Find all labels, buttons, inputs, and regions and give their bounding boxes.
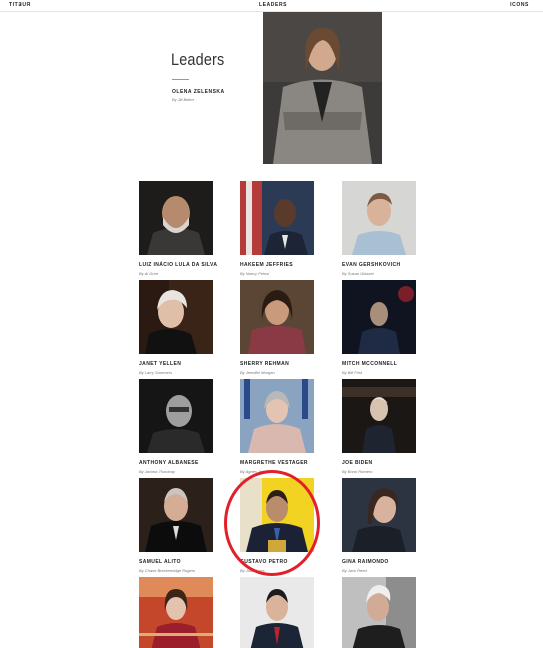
leader-photo[interactable]	[342, 379, 416, 453]
leader-byline: By Juan Navs	[240, 568, 265, 573]
leader-name[interactable]: SAMUEL ALITO	[139, 559, 213, 565]
leader-photo[interactable]	[240, 280, 314, 354]
leader-name[interactable]: JANET YELLEN	[139, 361, 213, 367]
leader-photo[interactable]	[342, 181, 416, 255]
leader-byline: By Larry Summers	[139, 370, 173, 375]
leader-byline: By Bono Romero	[342, 469, 373, 474]
top-nav-bar: TIT∃UЯ LEADERS ICONS	[0, 0, 543, 12]
leader-photo[interactable]	[240, 577, 314, 648]
leader-name[interactable]: LUIZ INÁCIO LULA DA SILVA	[139, 262, 217, 268]
leader-name[interactable]: ANTHONY ALBANESE	[139, 460, 213, 466]
leader-name[interactable]: MITCH MCCONNELL	[342, 361, 416, 367]
leader-byline: By Chase Breckenridge Rogers	[139, 568, 196, 573]
leader-card[interactable]: SHERRY REHMAN By Jennifer Morgan	[240, 280, 314, 375]
leader-card[interactable]: LUIZ INÁCIO LULA DA SILVA By Al Gore	[139, 181, 217, 276]
site-logo-link[interactable]: TIT∃UЯ	[9, 2, 31, 8]
leader-photo[interactable]	[139, 577, 213, 648]
leader-card[interactable]: HAKEEM JEFFRIES By Nancy Pelosi	[240, 181, 314, 276]
leader-byline: By Nancy Pelosi	[240, 271, 270, 276]
leader-card[interactable]: GUSTAVO PETRO By Juan Navs	[240, 478, 314, 573]
icons-section-link[interactable]: ICONS	[510, 2, 529, 8]
leader-photo[interactable]	[342, 478, 416, 552]
hero-portrait-photo[interactable]	[263, 12, 382, 164]
leader-card[interactable]: GINA RAIMONDO By Jack Reed	[342, 478, 416, 573]
leader-byline: By Agnès Joinet	[240, 469, 269, 474]
leader-card[interactable]: JOE BIDEN By Bono Romero	[342, 379, 416, 474]
page-title: Leaders	[171, 50, 225, 69]
leader-card[interactable]: SAMUEL ALITO By Chase Breckenridge Roger…	[139, 478, 213, 573]
leader-byline: By Al Gore	[139, 271, 159, 276]
leader-card[interactable]: ANTHONY ALBANESE By Jacinta Thackray	[139, 379, 213, 474]
title-divider	[172, 79, 189, 80]
leader-photo[interactable]	[342, 577, 416, 648]
leader-photo[interactable]	[240, 379, 314, 453]
leader-photo[interactable]	[139, 478, 213, 552]
leader-name[interactable]: EVAN GERSHKOVICH	[342, 262, 416, 268]
leader-byline: By Jack Reed	[342, 568, 367, 573]
leader-card[interactable]: JANET YELLEN By Larry Summers	[139, 280, 213, 375]
leader-photo[interactable]	[342, 280, 416, 354]
leader-card[interactable]: MARGRETHE VESTAGER By Agnès Joinet	[240, 379, 314, 474]
hero-byline: By Jill Biden	[172, 97, 194, 102]
leader-name[interactable]: JOE BIDEN	[342, 460, 416, 466]
leader-name[interactable]: MARGRETHE VESTAGER	[240, 460, 314, 466]
section-title-link[interactable]: LEADERS	[259, 2, 287, 8]
leader-byline: By Bill Frist	[342, 370, 362, 375]
leader-byline: By Jennifer Morgan	[240, 370, 275, 375]
leader-card[interactable]: EVAN GERSHKOVICH By Susan Glasser	[342, 181, 416, 276]
leader-card[interactable]	[240, 577, 314, 648]
leader-name[interactable]: GUSTAVO PETRO	[240, 559, 314, 565]
leader-name[interactable]: GINA RAIMONDO	[342, 559, 416, 565]
leader-card[interactable]	[342, 577, 416, 648]
hero-leader-name[interactable]: OLENA ZELENSKA	[172, 89, 225, 95]
leader-name[interactable]: HAKEEM JEFFRIES	[240, 262, 314, 268]
leader-byline: By Jacinta Thackray	[139, 469, 176, 474]
leader-photo[interactable]	[139, 379, 213, 453]
leader-photo[interactable]	[139, 181, 213, 255]
leader-photo[interactable]	[240, 478, 314, 552]
leader-card[interactable]: MITCH MCCONNELL By Bill Frist	[342, 280, 416, 375]
leader-name[interactable]: SHERRY REHMAN	[240, 361, 314, 367]
leader-byline: By Susan Glasser	[342, 271, 375, 276]
leader-photo[interactable]	[139, 280, 213, 354]
leader-photo[interactable]	[240, 181, 314, 255]
leader-card[interactable]	[139, 577, 213, 648]
